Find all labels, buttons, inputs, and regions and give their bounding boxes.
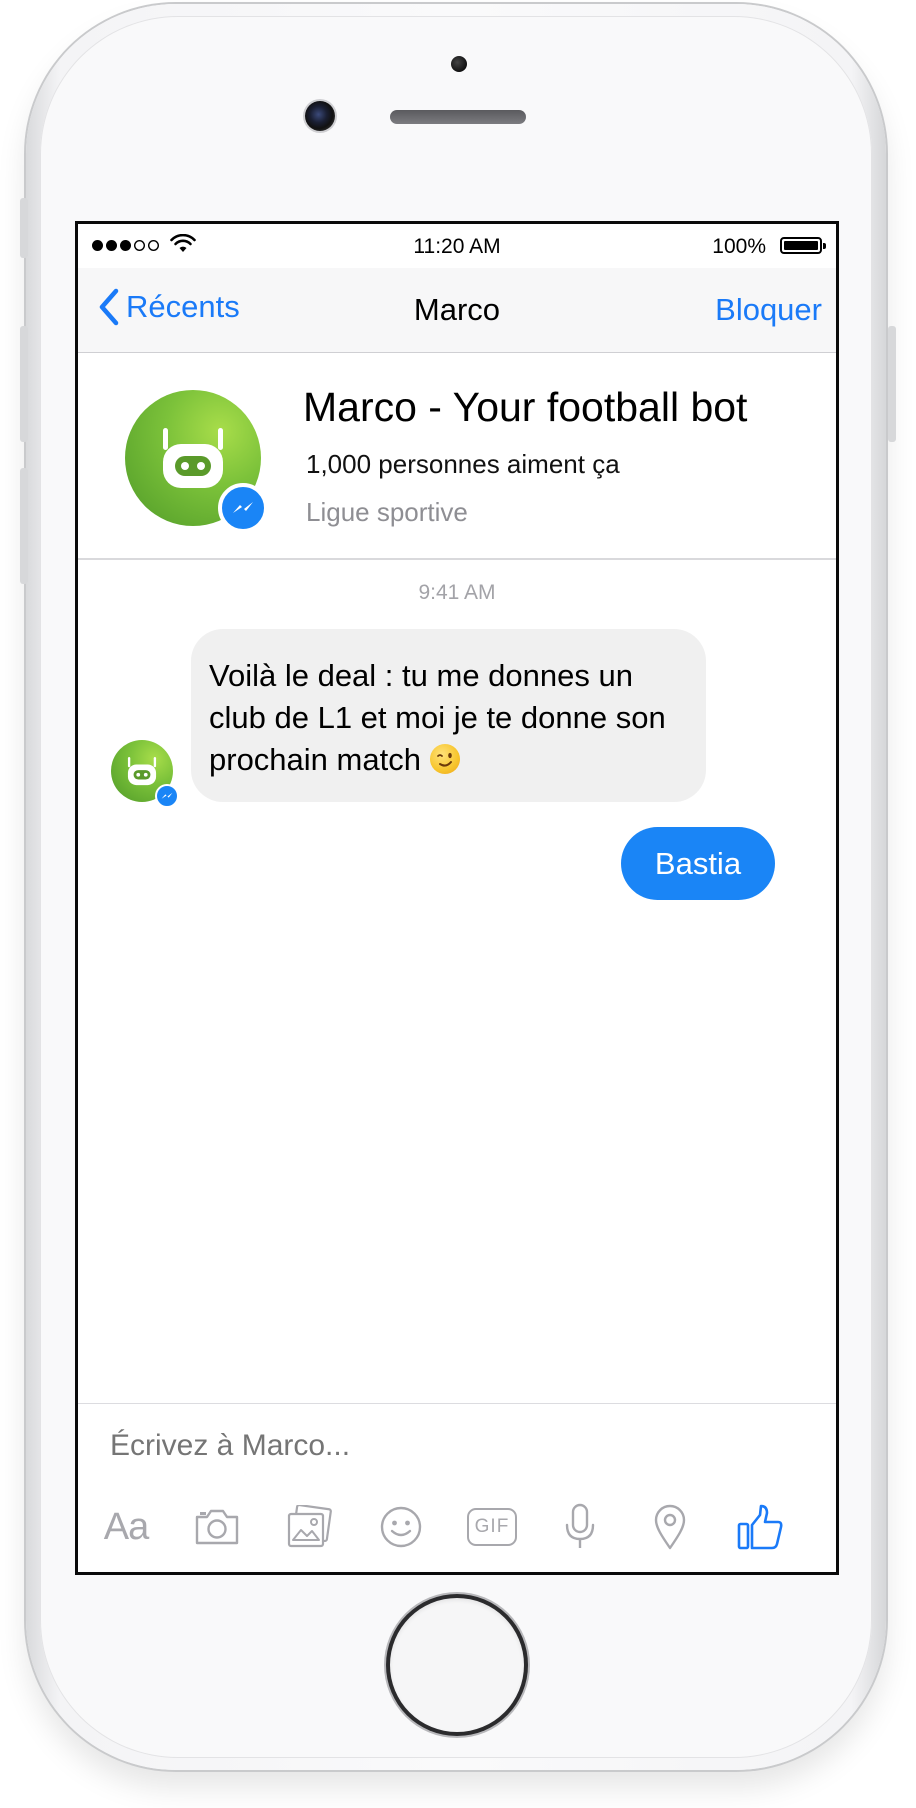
front-camera (305, 101, 335, 131)
voice-message-button[interactable] (552, 1499, 608, 1555)
messenger-screen: 11:20 AM 100% Récents Marco Bloquer Marc… (75, 221, 839, 1575)
like-button[interactable] (730, 1499, 790, 1555)
battery-icon (780, 237, 826, 254)
navigation-bar: Récents Marco Bloquer (78, 268, 836, 353)
battery-percentage: 100% (712, 235, 766, 258)
robot-face-icon (163, 428, 223, 488)
bot-name: Marco - Your football bot (303, 384, 748, 430)
bot-profile-header[interactable]: Marco - Your football bot 1,000 personne… (78, 353, 836, 560)
emoji-icon (380, 1506, 422, 1548)
message-timestamp: 9:41 AM (418, 581, 496, 604)
messenger-badge-icon (218, 483, 268, 533)
message-input[interactable] (110, 1426, 800, 1466)
photo-gallery-button[interactable] (281, 1499, 337, 1555)
volume-down-button (20, 468, 28, 584)
photo-icon (287, 1505, 332, 1548)
composer-toolbar: Aa GIF (78, 1499, 836, 1555)
power-button (888, 326, 896, 442)
proximity-sensor (451, 56, 467, 72)
silent-switch (20, 198, 28, 258)
winking-face-icon (429, 744, 460, 774)
gif-button[interactable]: GIF (462, 1499, 522, 1555)
emoji-button[interactable] (373, 1499, 429, 1555)
bot-category: Ligue sportive (306, 497, 468, 527)
home-button[interactable] (390, 1598, 524, 1732)
camera-icon (195, 1509, 239, 1545)
block-button[interactable]: Bloquer (715, 292, 822, 328)
message-composer: Aa (78, 1403, 836, 1572)
microphone-icon (565, 1503, 595, 1548)
gif-label: GIF (474, 1516, 510, 1537)
like-icon (737, 1504, 783, 1550)
messenger-badge-icon (155, 784, 179, 808)
bot-message-avatar[interactable] (111, 740, 179, 808)
earpiece-speaker (390, 110, 526, 124)
camera-button[interactable] (189, 1499, 245, 1555)
user-message-bubble[interactable]: Bastia (621, 827, 775, 900)
status-bar: 11:20 AM 100% (78, 224, 836, 268)
bot-message-bubble[interactable]: Voilà le deal : tu me donnes un club de … (191, 629, 706, 802)
bot-likes-count: 1,000 personnes aiment ça (306, 449, 620, 479)
gif-icon: GIF (467, 1508, 517, 1546)
location-icon (654, 1504, 686, 1550)
text-icon: Aa (103, 1505, 149, 1548)
text-format-button[interactable]: Aa (98, 1499, 154, 1555)
volume-up-button (20, 326, 28, 442)
location-button[interactable] (642, 1499, 698, 1555)
robot-face-icon (127, 756, 157, 786)
